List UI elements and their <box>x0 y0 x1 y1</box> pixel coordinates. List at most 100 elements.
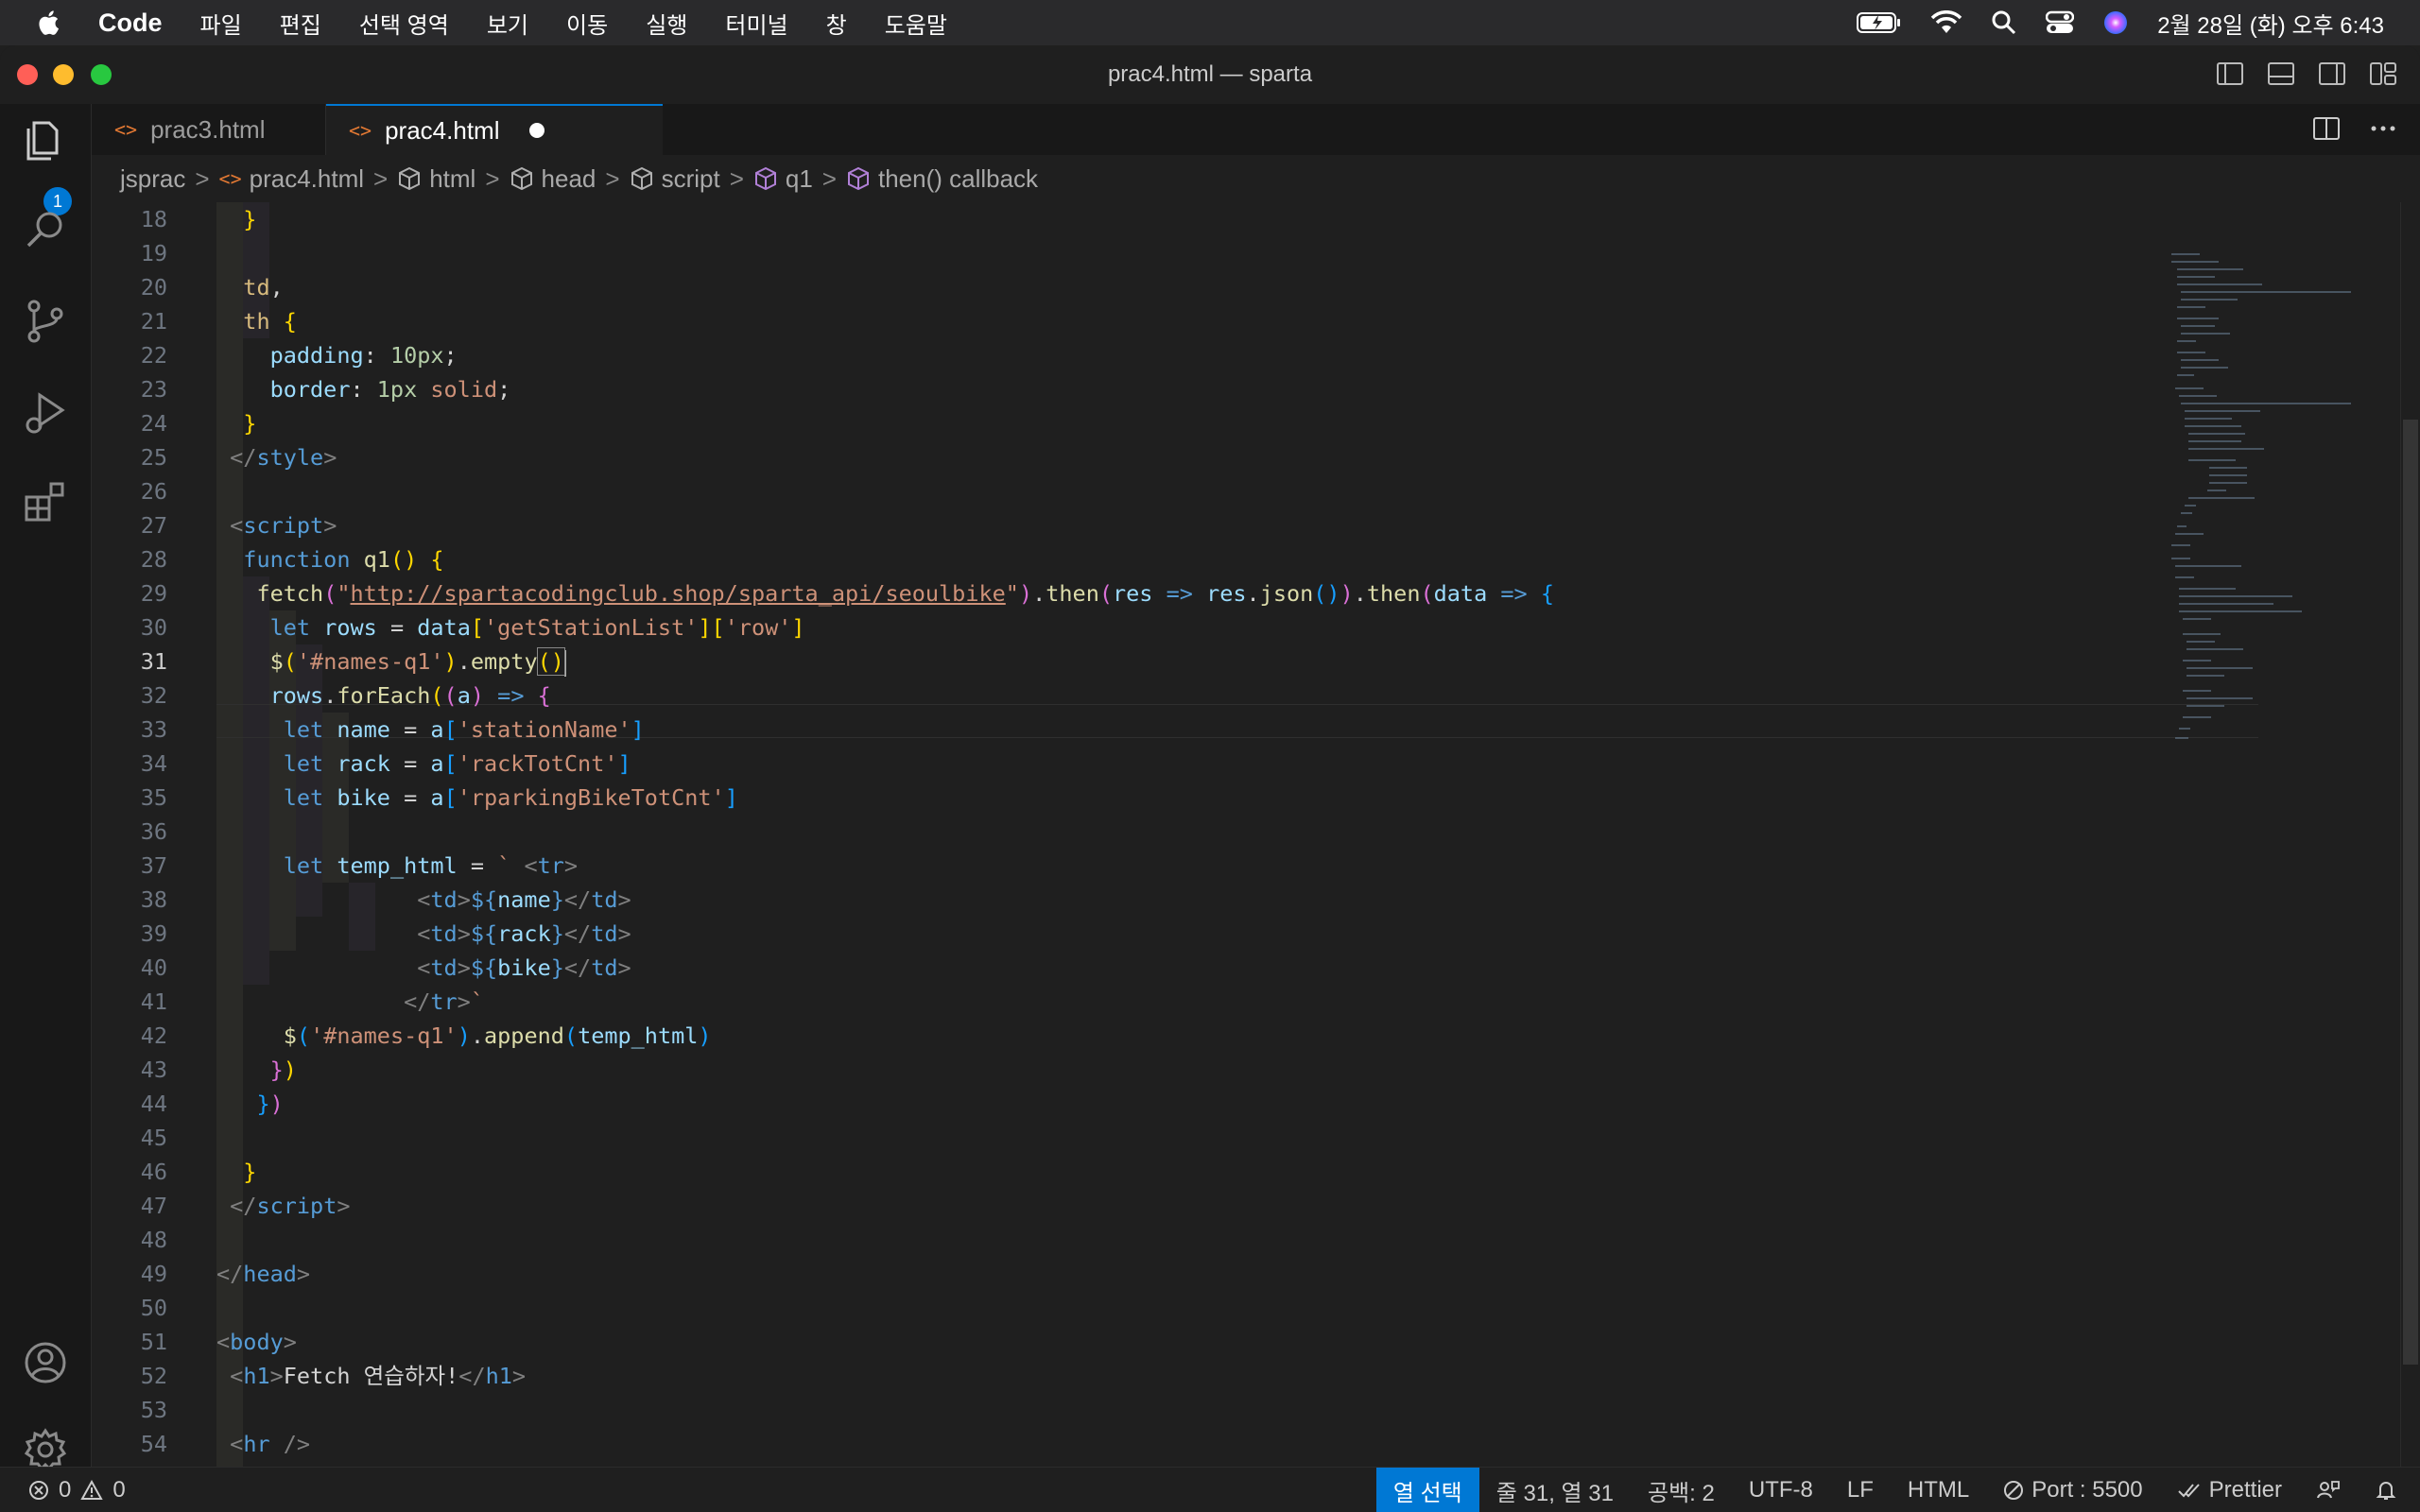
menu-go[interactable]: 이동 <box>566 7 608 40</box>
vscode-window: prac4.html — sparta 1 <> prac3.html <> p… <box>0 45 2420 1512</box>
problems-status[interactable]: 0 0 <box>0 1468 126 1512</box>
prettier-button[interactable]: Prettier <box>2160 1468 2299 1512</box>
code-line: 24 } <box>140 410 257 437</box>
function-symbol-icon <box>846 166 871 191</box>
tab-prac4-html[interactable]: <> prac4.html <box>326 104 663 155</box>
code-line: 20 td, <box>140 274 284 301</box>
siri-icon[interactable] <box>2102 9 2129 36</box>
accounts-icon[interactable] <box>21 1338 70 1387</box>
code-line: 47 </script> <box>140 1193 351 1219</box>
menu-run[interactable]: 실행 <box>646 7 687 40</box>
breadcrumb-item-folder[interactable]: jsprac > <box>120 164 219 194</box>
menu-file[interactable]: 파일 <box>200 7 242 40</box>
code-line: 37 let temp_html = ` <tr> <box>140 852 579 879</box>
menu-help[interactable]: 도움말 <box>885 7 947 40</box>
menu-selection[interactable]: 선택 영역 <box>359 7 449 40</box>
activity-bar: 1 <box>0 104 92 1512</box>
cursor-position-button[interactable]: 줄 31, 열 31 <box>1479 1468 1631 1512</box>
code-line: 45 <box>140 1125 167 1151</box>
code-line: 41 </tr>` <box>140 988 484 1015</box>
feedback-icon[interactable] <box>2299 1468 2358 1512</box>
error-icon <box>29 1481 48 1500</box>
breadcrumb-item-q1[interactable]: q1 > <box>753 164 846 194</box>
code-line: 22 padding: 10px; <box>140 342 458 369</box>
minimap[interactable] <box>2171 202 2379 1512</box>
toggle-secondary-sidebar-icon[interactable] <box>2318 60 2346 87</box>
element-symbol-icon <box>630 166 654 191</box>
breadcrumb-item-html[interactable]: html > <box>397 164 509 194</box>
more-actions-icon[interactable] <box>2369 115 2397 142</box>
code-line: 53 <box>140 1397 167 1423</box>
code-line: 46 } <box>140 1159 257 1185</box>
customize-layout-icon[interactable] <box>2369 60 2397 87</box>
element-symbol-icon <box>397 166 422 191</box>
breadcrumb: jsprac > <> prac4.html > html > head > script… <box>92 155 2420 202</box>
control-center-icon[interactable] <box>2046 10 2075 35</box>
html-file-icon: <> <box>218 167 242 190</box>
breadcrumb-item-script[interactable]: script > <box>630 164 753 194</box>
block-icon <box>2004 1481 2024 1500</box>
code-line: 27 <script> <box>140 512 337 539</box>
split-editor-icon[interactable] <box>2312 115 2341 142</box>
status-bar: 0 0 열 선택 줄 31, 열 31 공백: 2 UTF-8 LF HTML … <box>0 1467 2420 1512</box>
search-icon[interactable] <box>21 206 70 255</box>
editor-tabs: <> prac3.html <> prac4.html <box>92 104 2420 156</box>
code-line: 51 <body> <box>140 1329 297 1355</box>
toggle-primary-sidebar-icon[interactable] <box>2216 60 2244 87</box>
function-symbol-icon <box>753 166 778 191</box>
encoding-button[interactable]: UTF-8 <box>1732 1468 1830 1512</box>
tab-label: prac4.html <box>385 115 500 145</box>
apple-icon[interactable] <box>36 9 64 37</box>
live-server-port-button[interactable]: Port : 5500 <box>1986 1468 2159 1512</box>
code-line: 48 <box>140 1227 167 1253</box>
macos-menu-bar: Code 파일 편집 선택 영역 보기 이동 실행 터미널 창 도움말 2월 2… <box>0 0 2420 45</box>
notifications-bell-icon[interactable] <box>2358 1468 2420 1512</box>
window-title: prac4.html — sparta <box>1107 61 1313 87</box>
breadcrumb-item-head[interactable]: head > <box>510 164 630 194</box>
extensions-icon[interactable] <box>21 478 70 527</box>
eol-button[interactable]: LF <box>1830 1468 1891 1512</box>
html-file-icon: <> <box>349 119 372 142</box>
menubar-clock[interactable]: 2월 28일 (화) 오후 6:43 <box>2157 7 2384 40</box>
source-control-icon[interactable] <box>21 297 70 346</box>
code-line: 36 <box>140 818 167 845</box>
minimize-window-button[interactable] <box>53 64 74 85</box>
code-line: 34 let rack = a['rackTotCnt'] <box>140 750 631 777</box>
breadcrumb-item-callback[interactable]: then() callback <box>846 164 1038 194</box>
code-line: 52 <h1>Fetch 연습하자!</h1> <box>140 1363 527 1389</box>
code-line: 42 $('#names-q1').append(temp_html) <box>140 1022 712 1049</box>
code-line: 31 $('#names-q1').empty() <box>140 647 566 677</box>
editor-scroll-thumb[interactable] <box>2403 420 2418 1365</box>
code-line: 33 let name = a['stationName'] <box>140 716 645 743</box>
column-selection-mode-button[interactable]: 열 선택 <box>1375 1468 1479 1512</box>
toggle-panel-icon[interactable] <box>2267 60 2295 87</box>
spotlight-search-icon[interactable] <box>1991 9 2017 36</box>
warning-icon <box>80 1480 104 1500</box>
menu-terminal[interactable]: 터미널 <box>725 7 787 40</box>
editor-scrollbar[interactable] <box>2400 202 2420 1512</box>
close-window-button[interactable] <box>17 64 38 85</box>
zoom-window-button[interactable] <box>91 64 112 85</box>
breadcrumb-item-file[interactable]: <> prac4.html > <box>219 164 398 194</box>
code-line: 35 let bike = a['rparkingBikeTotCnt'] <box>140 784 738 811</box>
code-line: 32 rows.forEach((a) => { <box>140 682 551 709</box>
language-mode-button[interactable]: HTML <box>1891 1468 1986 1512</box>
code-line: 39 <td>${rack}</td> <box>140 920 631 947</box>
menu-view[interactable]: 보기 <box>487 7 528 40</box>
wifi-icon[interactable] <box>1930 10 1962 35</box>
unsaved-changes-dot-icon[interactable] <box>529 123 545 138</box>
code-line: 28 function q1() { <box>140 546 444 573</box>
menu-edit[interactable]: 편집 <box>280 7 321 40</box>
app-name-menu[interactable]: Code <box>98 9 163 38</box>
code-editor[interactable]: border-collapse: collapse; 18 } 19 20 td… <box>92 202 2420 1512</box>
code-line: 49 </head> <box>140 1261 311 1287</box>
code-line: 25 </style> <box>140 444 337 471</box>
code-line: 38 <td>${name}</td> <box>140 886 631 913</box>
text-cursor <box>563 649 566 677</box>
menu-window[interactable]: 창 <box>826 7 847 40</box>
battery-icon[interactable] <box>1857 10 1902 35</box>
tab-prac3-html[interactable]: <> prac3.html <box>92 104 326 155</box>
explorer-icon[interactable] <box>21 115 70 164</box>
run-and-debug-icon[interactable] <box>21 387 70 437</box>
indentation-button[interactable]: 공백: 2 <box>1631 1468 1732 1512</box>
